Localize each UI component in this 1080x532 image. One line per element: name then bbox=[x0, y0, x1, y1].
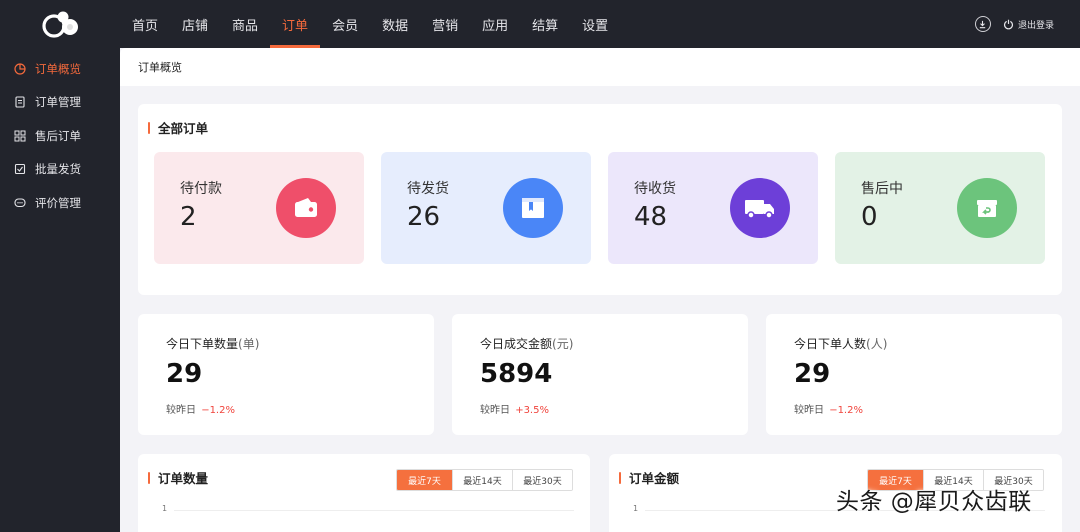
nav-settlement[interactable]: 结算 bbox=[520, 0, 570, 48]
sidebar-item-label: 订单管理 bbox=[35, 95, 81, 110]
sidebar-item-label: 评价管理 bbox=[35, 195, 81, 210]
status-label: 待发货 bbox=[407, 181, 449, 197]
delta-value: +3.5% bbox=[515, 405, 549, 416]
stat-compare: 较昨日 −1.2% bbox=[794, 401, 863, 416]
status-tile-pending-payment[interactable]: 待付款 2 bbox=[154, 152, 364, 264]
accent-bar bbox=[619, 471, 621, 484]
logout-button[interactable]: 退出登录 bbox=[1003, 18, 1054, 31]
stat-card-today-buyers: 今日下单人数(人) 29 较昨日 −1.2% bbox=[766, 314, 1062, 435]
sidebar-item-label: 批量发货 bbox=[35, 162, 81, 177]
sidebar-item-after-sale[interactable]: 售后订单 bbox=[0, 119, 120, 153]
nav-orders[interactable]: 订单 bbox=[270, 0, 321, 48]
status-count: 26 bbox=[407, 202, 441, 232]
grid-icon bbox=[14, 130, 26, 142]
status-tile-pending-shipment[interactable]: 待发货 26 bbox=[381, 152, 591, 264]
y-axis-tick: 1 bbox=[162, 504, 168, 513]
sidebar-item-order-management[interactable]: 订单管理 bbox=[0, 86, 120, 120]
grid-line bbox=[174, 510, 574, 511]
stat-label: 今日下单人数(人) bbox=[794, 335, 887, 352]
sidebar-item-label: 订单概览 bbox=[35, 61, 81, 76]
stat-compare: 较昨日 +3.5% bbox=[480, 401, 549, 416]
stat-label: 今日成交金额(元) bbox=[480, 335, 573, 352]
stat-compare: 较昨日 −1.2% bbox=[166, 401, 235, 416]
download-icon[interactable] bbox=[974, 16, 991, 32]
stat-card-today-amount: 今日成交金额(元) 5894 较昨日 +3.5% bbox=[452, 314, 748, 435]
section-title-text: 订单金额 bbox=[629, 471, 680, 486]
stat-label-text: 今日成交金额 bbox=[480, 337, 553, 351]
power-icon bbox=[1003, 19, 1013, 29]
main-nav: 首页 店铺 商品 订单 会员 数据 营销 应用 结算 设置 bbox=[120, 0, 620, 48]
nav-settings[interactable]: 设置 bbox=[570, 0, 620, 48]
stat-unit: (元) bbox=[552, 337, 574, 351]
box-icon bbox=[503, 178, 563, 238]
comment-icon bbox=[14, 197, 26, 209]
status-tile-pending-receipt[interactable]: 待收货 48 bbox=[608, 152, 818, 264]
wallet-icon bbox=[276, 178, 336, 238]
sidebar-item-batch-ship[interactable]: 批量发货 bbox=[0, 153, 120, 187]
status-tile-after-sale[interactable]: 售后中 0 bbox=[835, 152, 1045, 264]
status-count: 0 bbox=[861, 202, 878, 232]
pie-chart-icon bbox=[14, 63, 26, 75]
stat-label-text: 今日下单数量 bbox=[166, 337, 239, 351]
stat-value: 5894 bbox=[480, 359, 553, 389]
stat-unit: (单) bbox=[238, 337, 260, 351]
status-label: 售后中 bbox=[861, 181, 903, 197]
y-axis-tick: 1 bbox=[633, 504, 639, 513]
compare-label: 较昨日 bbox=[480, 405, 510, 416]
stat-label-text: 今日下单人数 bbox=[794, 337, 867, 351]
nav-apps[interactable]: 应用 bbox=[470, 0, 520, 48]
sidebar-item-reviews[interactable]: 评价管理 bbox=[0, 186, 120, 220]
all-orders-title: 全部订单 bbox=[148, 118, 208, 137]
sidebar-item-label: 售后订单 bbox=[35, 128, 81, 143]
stat-label: 今日下单数量(单) bbox=[166, 335, 259, 352]
accent-bar bbox=[148, 121, 150, 134]
section-title-text: 全部订单 bbox=[158, 121, 209, 136]
status-label: 待付款 bbox=[180, 181, 222, 197]
date-range-selector: 最近7天 最近14天 最近30天 bbox=[396, 469, 573, 491]
top-navigation-bar: 首页 店铺 商品 订单 会员 数据 营销 应用 结算 设置 退出登录 bbox=[0, 0, 1080, 48]
top-right-actions: 退出登录 bbox=[974, 0, 1054, 48]
stat-card-today-orders: 今日下单数量(单) 29 较昨日 −1.2% bbox=[138, 314, 434, 435]
nav-marketing[interactable]: 营销 bbox=[420, 0, 470, 48]
nav-data[interactable]: 数据 bbox=[370, 0, 420, 48]
checklist-icon bbox=[14, 163, 26, 175]
document-icon bbox=[14, 96, 26, 108]
order-count-chart-card: 订单数量 最近7天 最近14天 最近30天 1 bbox=[138, 454, 590, 532]
logo-icon[interactable] bbox=[40, 10, 84, 40]
truck-icon bbox=[730, 178, 790, 238]
nav-home[interactable]: 首页 bbox=[120, 0, 170, 48]
delta-value: −1.2% bbox=[829, 405, 863, 416]
logout-label: 退出登录 bbox=[1017, 20, 1054, 31]
status-count: 48 bbox=[634, 202, 668, 232]
sidebar: 订单概览 订单管理 售后订单 批量发货 评价管理 bbox=[0, 48, 120, 532]
accent-bar bbox=[148, 471, 150, 484]
nav-products[interactable]: 商品 bbox=[220, 0, 270, 48]
stat-value: 29 bbox=[166, 359, 203, 389]
watermark-text: 头条 @犀贝众齿联 bbox=[836, 489, 1032, 515]
main-content: 订单概览 全部订单 待付款 2 待发货 26 待收货 48 售后中 0 今日下单… bbox=[120, 48, 1080, 532]
chart-title: 订单金额 bbox=[619, 468, 679, 487]
return-box-icon bbox=[957, 178, 1017, 238]
stat-unit: (人) bbox=[866, 337, 888, 351]
status-count: 2 bbox=[180, 202, 197, 232]
status-label: 待收货 bbox=[634, 181, 676, 197]
range-7-days[interactable]: 最近7天 bbox=[397, 470, 452, 490]
all-orders-card: 全部订单 待付款 2 待发货 26 待收货 48 售后中 0 bbox=[138, 104, 1062, 295]
compare-label: 较昨日 bbox=[166, 405, 196, 416]
delta-value: −1.2% bbox=[201, 405, 235, 416]
range-30-days[interactable]: 最近30天 bbox=[512, 470, 572, 490]
section-title-text: 订单数量 bbox=[158, 471, 209, 486]
nav-members[interactable]: 会员 bbox=[320, 0, 370, 48]
sidebar-item-order-overview[interactable]: 订单概览 bbox=[0, 52, 120, 86]
chart-title: 订单数量 bbox=[148, 468, 208, 487]
stat-value: 29 bbox=[794, 359, 831, 389]
range-14-days[interactable]: 最近14天 bbox=[452, 470, 512, 490]
page-title: 订单概览 bbox=[120, 48, 1080, 86]
nav-shop[interactable]: 店铺 bbox=[170, 0, 220, 48]
compare-label: 较昨日 bbox=[794, 405, 824, 416]
